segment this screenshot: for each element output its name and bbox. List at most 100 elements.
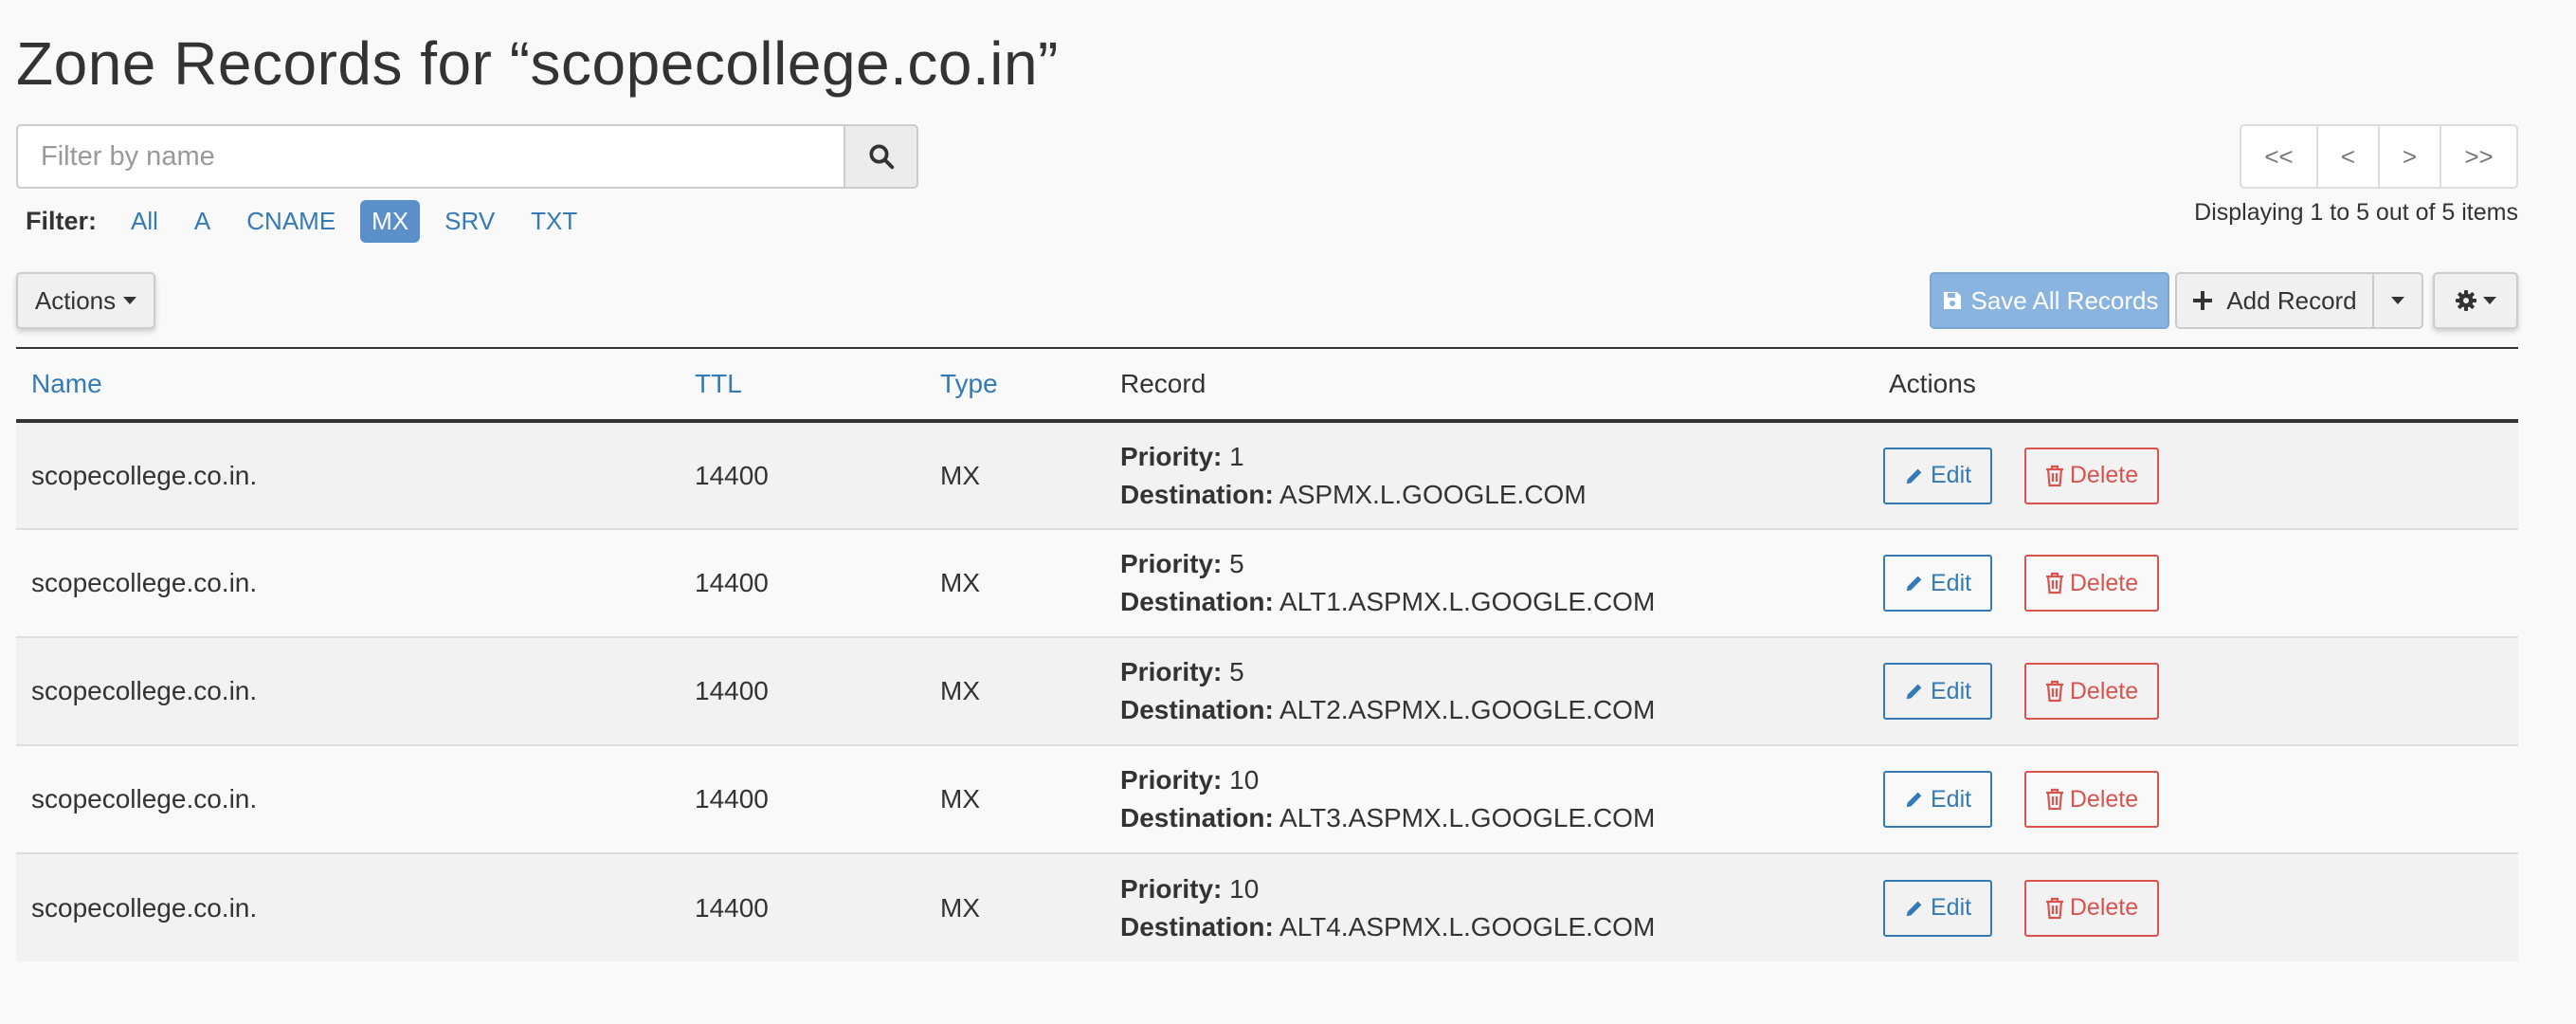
table-row: scopecollege.co.in. 14400 MX Priority: 1… bbox=[16, 421, 2518, 530]
pencil-icon bbox=[1906, 792, 1922, 808]
delete-label: Delete bbox=[2069, 894, 2139, 921]
priority-label: Priority: bbox=[1120, 765, 1223, 795]
filter-mx[interactable]: MX bbox=[360, 199, 421, 243]
prev-page-button[interactable]: < bbox=[2316, 124, 2380, 189]
caret-down-icon bbox=[2483, 297, 2496, 304]
actions-dropdown-button[interactable]: Actions bbox=[16, 272, 155, 329]
zone-records-table: Name TTL Type Record Actions scopecolleg… bbox=[16, 347, 2518, 961]
next-page-button[interactable]: > bbox=[2378, 124, 2441, 189]
column-header-name[interactable]: Name bbox=[16, 347, 680, 423]
search-group bbox=[16, 124, 918, 189]
search-icon bbox=[869, 144, 894, 170]
pencil-icon bbox=[1906, 684, 1922, 700]
delete-button[interactable]: Delete bbox=[2023, 771, 2160, 828]
delete-button[interactable]: Delete bbox=[2023, 447, 2160, 504]
priority-label: Priority: bbox=[1120, 657, 1223, 686]
edit-label: Edit bbox=[1931, 569, 1972, 596]
pencil-icon bbox=[1906, 468, 1922, 484]
record-type: MX bbox=[925, 421, 1105, 530]
edit-button[interactable]: Edit bbox=[1883, 879, 1993, 937]
column-header-actions: Actions bbox=[1866, 347, 2518, 423]
priority-label: Priority: bbox=[1120, 549, 1223, 578]
record-details: Priority: 5 Destination: ALT2.ASPMX.L.GO… bbox=[1105, 637, 1866, 746]
last-page-button[interactable]: >> bbox=[2440, 124, 2518, 189]
record-actions: Edit Delete bbox=[1866, 853, 2518, 961]
plus-icon bbox=[2193, 291, 2213, 310]
table-row: scopecollege.co.in. 14400 MX Priority: 5… bbox=[16, 529, 2518, 638]
edit-button[interactable]: Edit bbox=[1883, 663, 1993, 720]
delete-label: Delete bbox=[2069, 677, 2139, 704]
actions-label: Actions bbox=[34, 285, 117, 315]
destination-label: Destination: bbox=[1120, 587, 1274, 616]
delete-button[interactable]: Delete bbox=[2023, 555, 2160, 612]
record-type: MX bbox=[925, 853, 1105, 961]
search-input[interactable] bbox=[16, 124, 844, 189]
destination-value: ALT4.ASPMX.L.GOOGLE.COM bbox=[1279, 911, 1656, 942]
column-header-record: Record bbox=[1105, 347, 1866, 423]
destination-value: ALT2.ASPMX.L.GOOGLE.COM bbox=[1279, 695, 1656, 724]
destination-value: ALT1.ASPMX.L.GOOGLE.COM bbox=[1279, 587, 1656, 616]
pagination-info: Displaying 1 to 5 out of 5 items bbox=[2194, 199, 2518, 226]
record-ttl: 14400 bbox=[680, 421, 925, 530]
delete-button[interactable]: Delete bbox=[2023, 879, 2160, 937]
edit-label: Edit bbox=[1931, 785, 1972, 813]
record-name: scopecollege.co.in. bbox=[16, 637, 680, 746]
priority-value: 10 bbox=[1229, 873, 1260, 904]
filter-all[interactable]: All bbox=[119, 200, 170, 243]
record-ttl: 14400 bbox=[680, 853, 925, 961]
delete-label: Delete bbox=[2069, 462, 2139, 488]
record-details: Priority: 10 Destination: ALT3.ASPMX.L.G… bbox=[1105, 745, 1866, 854]
edit-label: Edit bbox=[1931, 677, 1972, 704]
record-type: MX bbox=[925, 745, 1105, 854]
add-record-options-button[interactable] bbox=[2374, 272, 2423, 329]
filter-label: Filter: bbox=[26, 206, 98, 235]
delete-button[interactable]: Delete bbox=[2023, 663, 2160, 720]
pagination: << < > >> bbox=[2240, 124, 2518, 189]
record-name: scopecollege.co.in. bbox=[16, 529, 680, 638]
record-ttl: 14400 bbox=[680, 529, 925, 638]
destination-value: ALT3.ASPMX.L.GOOGLE.COM bbox=[1279, 803, 1656, 832]
type-filter: Filter: All A CNAME MX SRV TXT bbox=[26, 199, 602, 243]
edit-label: Edit bbox=[1931, 894, 1972, 921]
column-header-type[interactable]: Type bbox=[925, 347, 1105, 423]
caret-down-icon bbox=[2391, 297, 2404, 304]
priority-value: 1 bbox=[1229, 441, 1244, 471]
record-details: Priority: 5 Destination: ALT1.ASPMX.L.GO… bbox=[1105, 529, 1866, 638]
first-page-button[interactable]: << bbox=[2240, 124, 2318, 189]
trash-icon bbox=[2045, 897, 2063, 919]
record-name: scopecollege.co.in. bbox=[16, 421, 680, 530]
delete-label: Delete bbox=[2069, 569, 2139, 596]
add-record-button[interactable]: Add Record bbox=[2175, 272, 2374, 329]
table-row: scopecollege.co.in. 14400 MX Priority: 1… bbox=[16, 745, 2518, 854]
edit-button[interactable]: Edit bbox=[1883, 771, 1993, 828]
save-icon bbox=[1943, 292, 1961, 309]
filter-a[interactable]: A bbox=[183, 200, 222, 243]
priority-value: 10 bbox=[1229, 765, 1260, 795]
gear-icon bbox=[2456, 290, 2476, 311]
page-title: Zone Records for “scopecollege.co.in” bbox=[16, 29, 1059, 98]
record-type: MX bbox=[925, 637, 1105, 746]
record-actions: Edit Delete bbox=[1866, 637, 2518, 746]
record-ttl: 14400 bbox=[680, 637, 925, 746]
priority-label: Priority: bbox=[1120, 873, 1223, 904]
trash-icon bbox=[2045, 572, 2063, 594]
record-ttl: 14400 bbox=[680, 745, 925, 854]
record-actions: Edit Delete bbox=[1866, 421, 2518, 530]
toolbar-right: Save All Records Add Record bbox=[1930, 272, 2518, 329]
edit-label: Edit bbox=[1931, 462, 1972, 488]
destination-label: Destination: bbox=[1120, 803, 1274, 832]
search-button[interactable] bbox=[844, 124, 918, 189]
filter-srv[interactable]: SRV bbox=[433, 200, 506, 243]
settings-dropdown-button[interactable] bbox=[2433, 272, 2518, 329]
edit-button[interactable]: Edit bbox=[1883, 555, 1993, 612]
column-header-ttl[interactable]: TTL bbox=[680, 347, 925, 423]
save-all-records-button[interactable]: Save All Records bbox=[1930, 272, 2169, 329]
trash-icon bbox=[2045, 788, 2063, 811]
destination-value: ASPMX.L.GOOGLE.COM bbox=[1279, 479, 1587, 509]
trash-icon bbox=[2045, 680, 2063, 703]
destination-label: Destination: bbox=[1120, 911, 1274, 942]
filter-cname[interactable]: CNAME bbox=[235, 200, 347, 243]
edit-button[interactable]: Edit bbox=[1883, 447, 1993, 504]
add-record-label: Add Record bbox=[2226, 285, 2357, 315]
filter-txt[interactable]: TXT bbox=[519, 200, 589, 243]
